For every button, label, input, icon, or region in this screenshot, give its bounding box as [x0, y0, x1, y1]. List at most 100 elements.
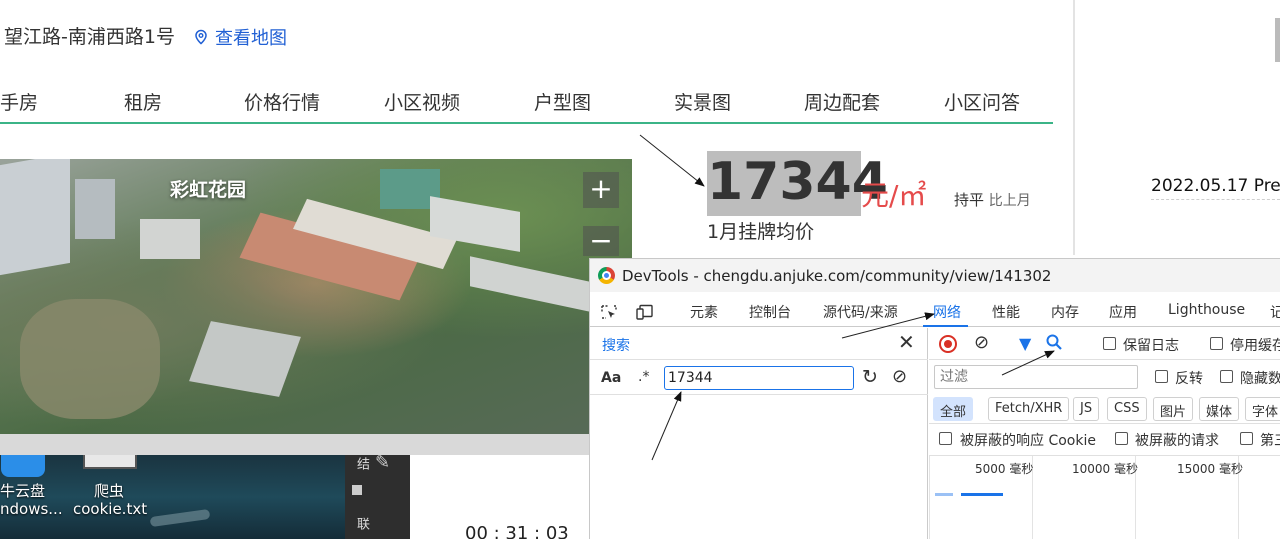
tab-network[interactable]: 网络: [933, 302, 961, 322]
nav-item-video[interactable]: 小区视频: [384, 88, 460, 115]
search-panel-title[interactable]: 搜索: [602, 335, 630, 355]
third-party-checkbox[interactable]: [1240, 432, 1253, 445]
zoom-out-button[interactable]: −: [583, 226, 619, 256]
search-panel: 搜索 ✕ Aa .* ↻ ⊘: [590, 328, 928, 539]
search-input[interactable]: [664, 366, 854, 390]
clear-icon[interactable]: ⊘: [892, 366, 907, 387]
price-trend: 持平 比上月: [954, 189, 1031, 210]
photo-building: [189, 321, 301, 397]
timeline-label: 10000 毫秒: [1072, 462, 1138, 476]
preserve-log-checkbox[interactable]: [1103, 337, 1116, 350]
disable-cache-label: 停用缓存: [1230, 338, 1280, 354]
filter-icon[interactable]: ▼: [1019, 334, 1031, 353]
close-icon[interactable]: ✕: [898, 330, 915, 354]
blocked-cookies-checkbox[interactable]: [939, 432, 952, 445]
inspect-element-icon[interactable]: [600, 304, 618, 320]
side-panel-text: 结: [354, 457, 369, 470]
right-panel-scrollbar[interactable]: [1275, 18, 1280, 62]
nav-item-floorplan[interactable]: 户型图: [534, 88, 591, 115]
third-party-label: 第三: [1260, 433, 1280, 449]
address-text: 望江路-南浦西路1号: [4, 26, 175, 48]
tab-application[interactable]: 应用: [1109, 302, 1137, 322]
desktop-background: 牛云盘 ndows... 爬虫 cookie.txt: [0, 455, 345, 539]
regex-button[interactable]: .*: [638, 369, 649, 385]
location-pin-icon: [195, 29, 207, 45]
refresh-icon[interactable]: ↻: [862, 366, 878, 388]
clear-icon[interactable]: ⊘: [974, 332, 989, 353]
filter-input[interactable]: [934, 365, 1138, 389]
pin-icon[interactable]: ✎: [375, 452, 390, 473]
device-toolbar-icon[interactable]: [636, 304, 654, 320]
tab-sources[interactable]: 源代码/来源: [823, 302, 898, 322]
price-description: 1月挂牌均价: [707, 221, 815, 243]
type-filter-font[interactable]: 字体: [1245, 397, 1280, 421]
side-panel-text: 联: [354, 517, 369, 530]
timer-clock: 00 : 31 : 03: [465, 523, 569, 539]
nav-item-price[interactable]: 价格行情: [244, 88, 320, 115]
view-map-label: 查看地图: [215, 28, 287, 49]
nav-item-rent[interactable]: 租房: [124, 88, 162, 115]
timeline-label: 5000 毫秒: [975, 462, 1034, 476]
blocked-requests-label: 被屏蔽的请求: [1135, 433, 1219, 449]
type-filter-img[interactable]: 图片: [1153, 397, 1194, 421]
community-nav: 手房 租房 价格行情 小区视频 户型图 实景图 周边配套 小区问答: [0, 78, 1053, 124]
record-icon[interactable]: [939, 335, 957, 353]
search-panel-header: 搜索 ✕: [590, 328, 928, 360]
price-trend-value: 持平: [954, 191, 985, 209]
type-filter-xhr[interactable]: Fetch/XHR: [988, 397, 1070, 421]
zoom-in-button[interactable]: +: [583, 172, 619, 208]
type-filter-js[interactable]: JS: [1073, 397, 1100, 421]
network-panel: ⊘ ▼ 保留日志 停用缓存 反转 隐藏数 全部 Fetch/XHR JS CSS…: [929, 328, 1280, 539]
tab-memory[interactable]: 内存: [1051, 302, 1079, 322]
desktop-icon-label: cookie.txt: [73, 500, 148, 518]
resource-type-filters: 全部 Fetch/XHR JS CSS 图片 媒体 字体: [929, 394, 1280, 424]
nav-item-qa[interactable]: 小区问答: [944, 88, 1020, 115]
devtools-window: DevTools - chengdu.anjuke.com/community/…: [589, 258, 1280, 539]
type-filter-all[interactable]: 全部: [933, 397, 974, 421]
community-aerial-photo[interactable]: 彩虹花园 + −: [0, 159, 632, 434]
blocked-requests-checkbox[interactable]: [1115, 432, 1128, 445]
invert-checkbox[interactable]: [1155, 370, 1168, 383]
match-case-button[interactable]: Aa: [601, 370, 621, 386]
search-icon[interactable]: [1045, 333, 1063, 351]
type-filter-media[interactable]: 媒体: [1199, 397, 1240, 421]
devtools-titlebar[interactable]: DevTools - chengdu.anjuke.com/community/…: [590, 259, 1280, 292]
invert-label: 反转: [1175, 371, 1203, 387]
nav-item-photos[interactable]: 实景图: [674, 88, 731, 115]
price-trend-basis: 比上月: [988, 193, 1031, 209]
devtools-tabbar: 元素 控制台 源代码/来源 网络 性能 内存 应用 Lighthouse 记: [590, 297, 1280, 327]
cloud-disk-icon[interactable]: [1, 455, 45, 477]
hide-data-urls-checkbox[interactable]: [1220, 370, 1233, 383]
photo-building: [470, 256, 590, 312]
boat-shape: [149, 508, 211, 528]
tab-console[interactable]: 控制台: [749, 302, 791, 322]
disable-cache-checkbox[interactable]: [1210, 337, 1223, 350]
network-overview-timeline[interactable]: 5000 毫秒 10000 毫秒 15000 毫秒: [929, 455, 1280, 539]
tab-performance[interactable]: 性能: [992, 302, 1020, 322]
tab-elements[interactable]: 元素: [690, 302, 718, 322]
search-bar: Aa .* ↻ ⊘: [590, 361, 928, 395]
photo-building: [0, 159, 70, 276]
timeline-label: 15000 毫秒: [1177, 462, 1243, 476]
right-panel-date: 2022.05.17 Pre: [1151, 176, 1280, 196]
tab-lighthouse[interactable]: Lighthouse: [1168, 302, 1245, 318]
blocked-cookies-label: 被屏蔽的响应 Cookie: [960, 433, 1096, 449]
photo-field: [20, 299, 160, 419]
community-name-label: 彩虹花园: [170, 179, 247, 201]
timeline-request-bar: [935, 493, 953, 496]
text-file-icon[interactable]: [83, 455, 137, 469]
timeline-request-bar: [961, 493, 1003, 496]
nav-item-second-hand[interactable]: 手房: [0, 88, 38, 115]
chrome-logo-icon: [598, 267, 615, 284]
nav-item-surroundings[interactable]: 周边配套: [804, 88, 880, 115]
timeline-gridline: [929, 456, 930, 539]
price-unit: 元/㎡: [861, 179, 927, 212]
preserve-log-label: 保留日志: [1123, 338, 1179, 354]
photo-building: [140, 219, 200, 259]
tab-recorder[interactable]: 记: [1270, 302, 1280, 322]
desktop-icon-label: 牛云盘: [0, 482, 46, 500]
active-tab-indicator: [923, 325, 968, 327]
view-map-link[interactable]: 查看地图: [193, 24, 287, 50]
type-filter-css[interactable]: CSS: [1107, 397, 1147, 421]
grid-icon: [352, 485, 362, 495]
